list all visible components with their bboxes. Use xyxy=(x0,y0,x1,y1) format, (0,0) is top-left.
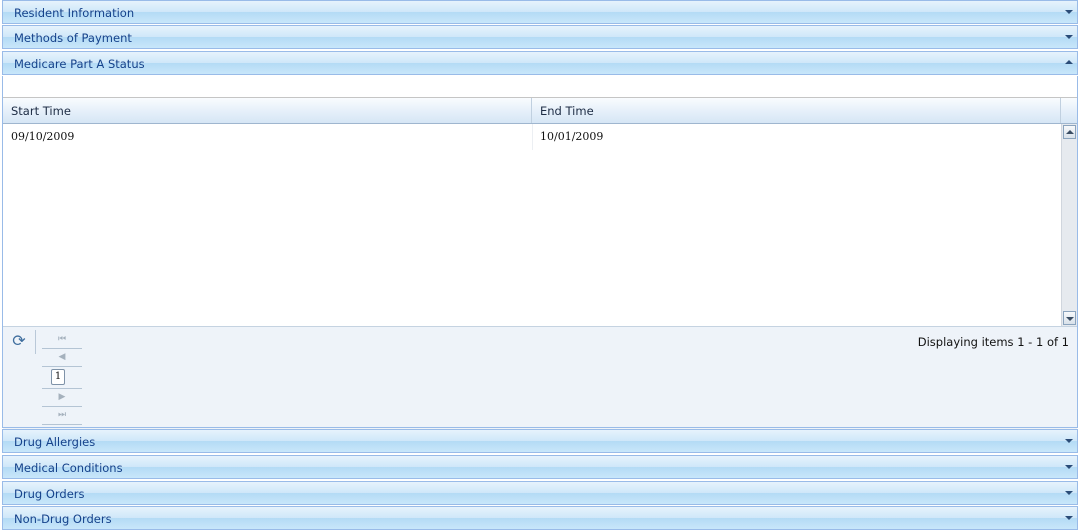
first-page-icon[interactable]: ⏮ xyxy=(42,332,82,347)
chevron-down-icon[interactable] xyxy=(1065,465,1073,469)
last-page-icon[interactable]: ⏭ xyxy=(42,408,82,423)
panel-title: Methods of Payment xyxy=(14,31,132,45)
grid-header: Start Time End Time xyxy=(3,98,1077,124)
prev-page-icon[interactable]: ◀ xyxy=(42,350,82,365)
panel-title: Resident Information xyxy=(14,6,135,20)
scroll-down-button[interactable] xyxy=(1063,311,1076,325)
scroll-up-button[interactable] xyxy=(1063,125,1076,139)
panel-header-medical-conditions[interactable]: Medical Conditions xyxy=(2,455,1078,479)
panel-title: Drug Allergies xyxy=(14,435,96,449)
panel-header-drug-orders[interactable]: Drug Orders xyxy=(2,481,1078,505)
column-divider xyxy=(532,124,533,150)
panel-title: Non-Drug Orders xyxy=(14,512,112,526)
column-header-end-time[interactable]: End Time xyxy=(532,98,1061,123)
page-number-input[interactable]: 1 xyxy=(51,369,65,385)
pager-divider xyxy=(42,388,82,389)
chevron-down-icon[interactable] xyxy=(1065,35,1073,39)
chevron-down-icon[interactable] xyxy=(1065,491,1073,495)
cell-end-time: 10/01/2009 xyxy=(540,130,604,143)
medicare-part-a-status-panel: Start Time End Time 09/10/2009 10/01/200… xyxy=(2,76,1078,430)
pager-divider xyxy=(42,348,82,349)
panel-bottom-border xyxy=(2,427,1078,428)
cell-start-time: 09/10/2009 xyxy=(11,130,75,143)
refresh-icon[interactable]: ⟳ xyxy=(9,331,29,351)
paging-toolbar: ⟳ ⏮ ◀ 1 ▶ ⏭ Displaying items 1 - 1 of 1 xyxy=(3,326,1077,430)
pager-divider xyxy=(42,366,82,367)
panel-header-methods-of-payment[interactable]: Methods of Payment xyxy=(2,25,1078,49)
medicare-status-grid: Start Time End Time 09/10/2009 10/01/200… xyxy=(3,97,1077,430)
pager-divider xyxy=(42,424,82,425)
toolbar-separator xyxy=(35,330,36,354)
panel-title: Drug Orders xyxy=(14,487,85,501)
panel-header-resident-information[interactable]: Resident Information xyxy=(2,0,1078,24)
chevron-down-icon[interactable] xyxy=(1065,10,1073,14)
panel-header-medicare-part-a-status[interactable]: Medicare Part A Status xyxy=(2,51,1078,75)
table-row[interactable]: 09/10/2009 10/01/2009 xyxy=(3,124,1061,150)
chevron-up-icon[interactable] xyxy=(1065,60,1073,64)
arrow-down-icon xyxy=(1066,317,1074,321)
pager-divider xyxy=(42,406,82,407)
panel-header-non-drug-orders[interactable]: Non-Drug Orders xyxy=(2,506,1078,530)
column-header-start-time[interactable]: Start Time xyxy=(3,98,532,123)
panel-header-drug-allergies[interactable]: Drug Allergies xyxy=(2,429,1078,453)
chevron-down-icon[interactable] xyxy=(1065,516,1073,520)
arrow-up-icon xyxy=(1066,130,1074,134)
chevron-down-icon[interactable] xyxy=(1065,439,1073,443)
panel-title: Medical Conditions xyxy=(14,461,123,475)
vertical-scrollbar[interactable] xyxy=(1061,124,1077,326)
panel-title: Medicare Part A Status xyxy=(14,57,145,71)
paging-display-message: Displaying items 1 - 1 of 1 xyxy=(917,335,1069,349)
grid-body: 09/10/2009 10/01/2009 xyxy=(3,124,1061,326)
next-page-icon[interactable]: ▶ xyxy=(42,390,82,405)
